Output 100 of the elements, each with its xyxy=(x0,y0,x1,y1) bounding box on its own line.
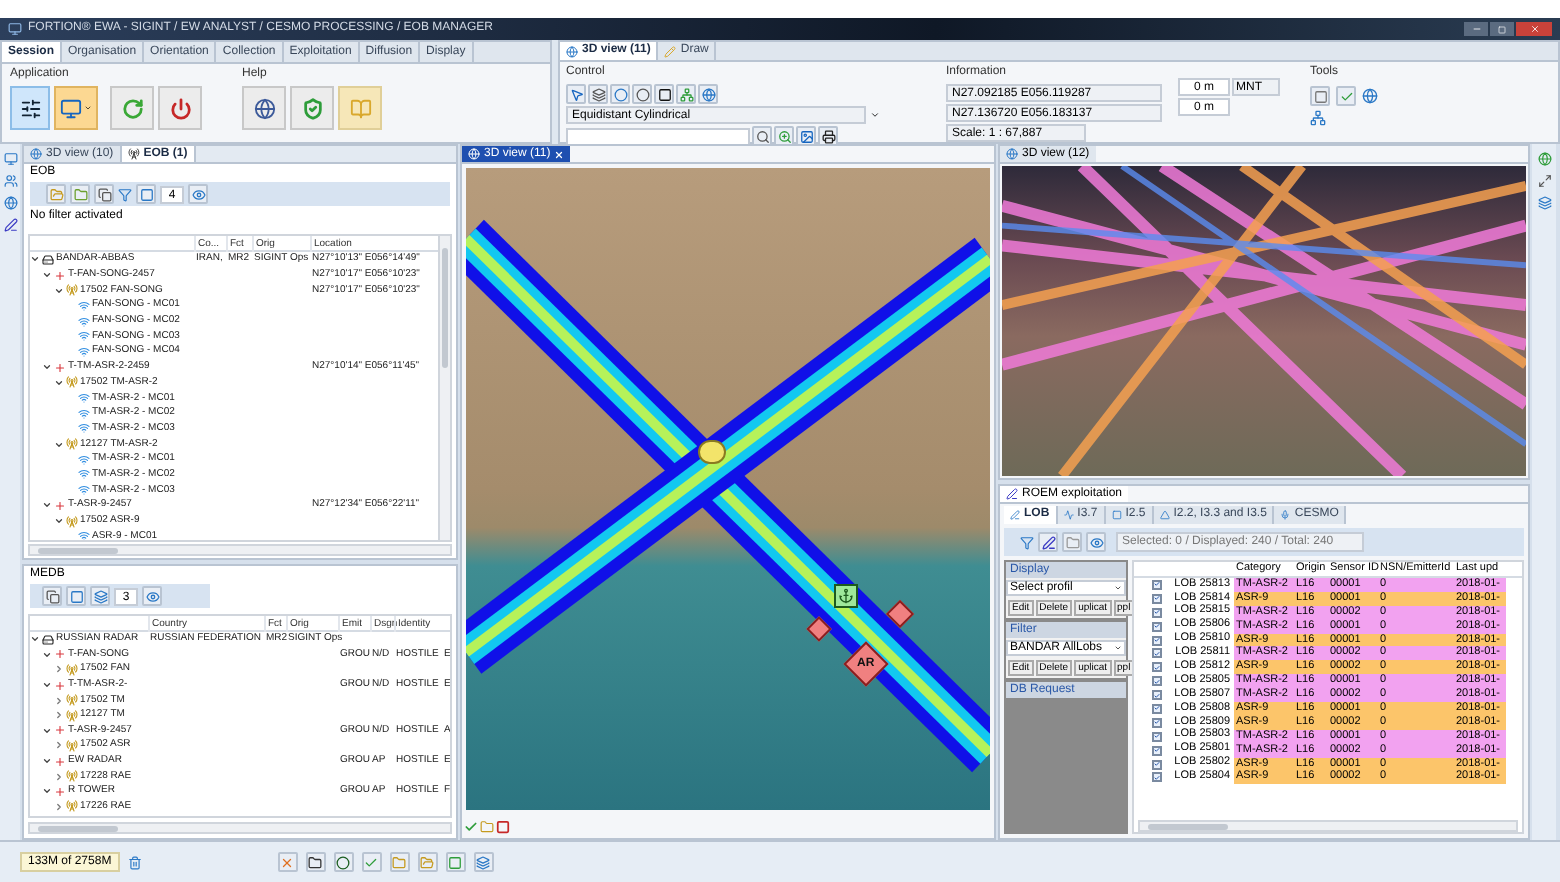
check-icon xyxy=(364,855,379,869)
check-icon[interactable] xyxy=(464,819,478,833)
globe-icon xyxy=(566,45,578,57)
refresh-button[interactable] xyxy=(110,86,154,130)
globe-icon[interactable] xyxy=(1362,88,1378,104)
square-icon xyxy=(1111,510,1122,520)
pencil-icon xyxy=(664,45,677,57)
pen-icon xyxy=(1010,510,1020,520)
vertical-scrollbar[interactable] xyxy=(438,236,450,540)
power-icon xyxy=(169,97,191,119)
print-button[interactable] xyxy=(818,126,838,146)
view-icon xyxy=(191,187,205,201)
row-checkbox[interactable] xyxy=(1152,662,1162,673)
close-button[interactable] xyxy=(1516,22,1552,36)
network-icon[interactable] xyxy=(1310,110,1326,126)
power-button[interactable] xyxy=(158,86,202,130)
globe-icon[interactable] xyxy=(1537,152,1551,166)
pen-icon[interactable] xyxy=(3,218,17,232)
globe-icon xyxy=(1006,148,1018,160)
layers-icon[interactable] xyxy=(1537,196,1551,210)
filter-icon[interactable] xyxy=(118,187,132,201)
display-button[interactable] xyxy=(54,86,98,130)
copy-button[interactable] xyxy=(42,586,62,606)
row-checkbox[interactable] xyxy=(1152,703,1162,714)
row-checkbox[interactable] xyxy=(1152,745,1162,756)
cross-icon xyxy=(54,648,66,661)
globe-icon xyxy=(701,87,715,101)
filter-icon[interactable] xyxy=(1020,535,1034,549)
pen-button[interactable] xyxy=(1038,532,1058,552)
layers-button[interactable] xyxy=(90,586,110,606)
search-button[interactable] xyxy=(752,126,772,146)
pointer-button[interactable] xyxy=(566,84,586,104)
maximize-icon[interactable] xyxy=(1537,174,1551,188)
cross-icon xyxy=(54,724,66,737)
antenna-icon xyxy=(66,800,78,813)
refresh-icon xyxy=(121,97,143,119)
cancel-button[interactable] xyxy=(277,852,298,872)
circle-button[interactable] xyxy=(610,84,630,104)
maximize-button[interactable] xyxy=(1490,22,1514,36)
copy-button[interactable] xyxy=(94,184,114,204)
ring-button[interactable] xyxy=(632,84,652,104)
search-icon xyxy=(755,129,769,143)
users-icon[interactable] xyxy=(3,174,17,188)
check-button[interactable] xyxy=(1336,86,1356,106)
row-checkbox[interactable] xyxy=(1152,593,1162,604)
layers-icon xyxy=(93,589,107,603)
row-checkbox[interactable] xyxy=(1152,731,1162,742)
view-button[interactable] xyxy=(142,586,162,606)
antenna-icon xyxy=(66,438,78,451)
close-icon[interactable] xyxy=(554,149,565,159)
search-field[interactable] xyxy=(566,127,750,145)
ring-icon xyxy=(635,87,649,101)
image-button[interactable] xyxy=(796,126,816,146)
square-icon xyxy=(69,589,83,603)
horizontal-scrollbar[interactable] xyxy=(28,822,452,834)
row-checkbox[interactable] xyxy=(1152,648,1162,659)
shield-check-icon xyxy=(301,97,323,119)
folder-icon[interactable] xyxy=(480,819,494,833)
shield-button[interactable] xyxy=(290,86,334,130)
row-checkbox[interactable] xyxy=(1152,621,1162,632)
folder-icon xyxy=(73,187,87,201)
row-checkbox[interactable] xyxy=(1152,607,1162,618)
view-button[interactable] xyxy=(188,184,208,204)
wifi-icon xyxy=(78,530,90,540)
layers-button[interactable] xyxy=(588,84,608,104)
check-button[interactable] xyxy=(361,852,382,872)
row-checkbox[interactable] xyxy=(1152,690,1162,701)
sliders-icon xyxy=(19,97,41,119)
minimize-button[interactable] xyxy=(1464,22,1488,36)
square-icon xyxy=(657,87,671,101)
anchor-marker-icon[interactable] xyxy=(834,584,858,608)
row-checkbox[interactable] xyxy=(1152,717,1162,728)
row-checkbox[interactable] xyxy=(1152,635,1162,645)
square-icon[interactable] xyxy=(496,819,510,833)
copy-icon xyxy=(97,187,111,201)
microphone-icon xyxy=(1280,510,1291,520)
zoom-button[interactable] xyxy=(774,126,794,146)
monitor-icon[interactable] xyxy=(3,152,17,166)
view-button[interactable] xyxy=(1086,532,1106,552)
zoom-icon xyxy=(777,129,791,143)
layers-button[interactable] xyxy=(473,852,494,872)
settings-button[interactable] xyxy=(10,86,50,130)
globe-button[interactable] xyxy=(698,84,718,104)
globe-button[interactable] xyxy=(242,86,286,130)
row-checkbox[interactable] xyxy=(1152,676,1162,687)
row-checkbox[interactable] xyxy=(1152,579,1162,590)
square-button[interactable] xyxy=(654,84,674,104)
circle-icon xyxy=(336,855,351,869)
triangle-icon xyxy=(1159,510,1170,520)
monitor-icon xyxy=(60,97,82,119)
row-checkbox[interactable] xyxy=(1152,759,1162,770)
circle-button[interactable] xyxy=(333,852,354,872)
image-icon xyxy=(799,129,813,143)
row-checkbox[interactable] xyxy=(1152,772,1162,783)
trash-icon[interactable] xyxy=(127,855,142,869)
horizontal-scrollbar[interactable] xyxy=(28,544,452,556)
copy-icon xyxy=(45,589,59,603)
horizontal-scrollbar[interactable] xyxy=(1138,820,1518,832)
folder-button[interactable] xyxy=(305,852,326,872)
globe-icon[interactable] xyxy=(3,196,17,210)
